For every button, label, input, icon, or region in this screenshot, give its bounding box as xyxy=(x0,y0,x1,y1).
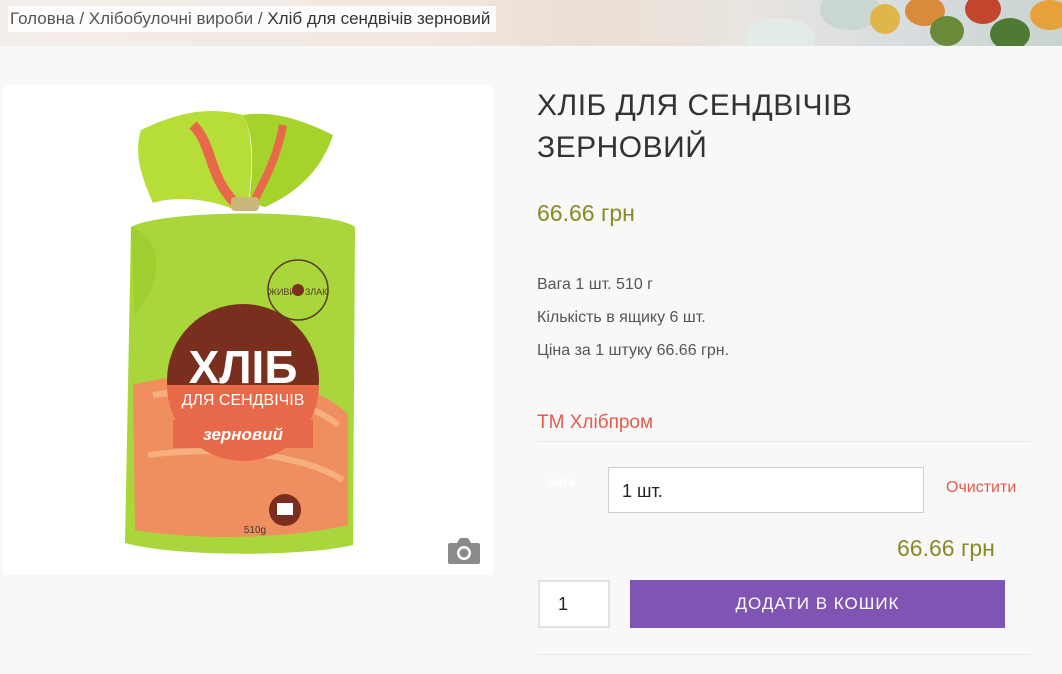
zoom-camera-icon[interactable] xyxy=(446,534,482,566)
quantity-input[interactable] xyxy=(538,580,610,628)
reset-variation-link[interactable]: Очистити xyxy=(946,479,1016,497)
variation-label: вага xyxy=(548,474,576,489)
divider xyxy=(537,654,1031,655)
breadcrumb-separator: / xyxy=(257,9,263,28)
product-description: Вага 1 шт. 510 г Кількість в ящику 6 шт.… xyxy=(537,268,729,367)
description-line: Вага 1 шт. 510 г xyxy=(537,276,653,293)
package-big-title: ХЛІБ xyxy=(189,341,298,393)
bread-package-image: ХЛІБ ДЛЯ СЕНДВІЧІВ зерновий ЖИВИЙ ЗЛАК 5… xyxy=(125,110,355,554)
breadcrumb: Головна / Хлібобулочні вироби / Хліб для… xyxy=(8,6,497,32)
breadcrumb-current: Хліб для сендвічів зерновий xyxy=(267,9,491,28)
product-title: ХЛІБ ДЛЯ СЕНДВІЧІВ ЗЕРНОВИЙ xyxy=(537,89,853,164)
product-price: 66.66 грн xyxy=(537,200,635,226)
breadcrumb-home[interactable]: Головна xyxy=(10,9,75,28)
divider xyxy=(537,441,1031,442)
product-image[interactable]: ХЛІБ ДЛЯ СЕНДВІЧІВ зерновий ЖИВИЙ ЗЛАК 5… xyxy=(3,85,493,575)
breadcrumb-separator: / xyxy=(79,9,85,28)
breadcrumb-category[interactable]: Хлібобулочні вироби xyxy=(89,9,253,28)
add-to-cart-button[interactable]: ДОДАТИ В КОШИК xyxy=(630,580,1005,628)
header-banner: Головна / Хлібобулочні вироби / Хліб для… xyxy=(0,0,1062,46)
package-weight: 510g xyxy=(244,525,266,536)
brand-link[interactable]: ТМ Хлібпром xyxy=(537,412,653,434)
package-variant: зерновий xyxy=(203,425,284,444)
description-line: Ціна за 1 штуку 66.66 грн. xyxy=(537,342,730,359)
variation-price: 66.66 грн xyxy=(897,535,995,561)
variation-select[interactable]: 1 шт. xyxy=(608,467,924,513)
description-line: Кількість в ящику 6 шт. xyxy=(537,309,706,326)
package-subtitle: ДЛЯ СЕНДВІЧІВ xyxy=(182,392,305,409)
